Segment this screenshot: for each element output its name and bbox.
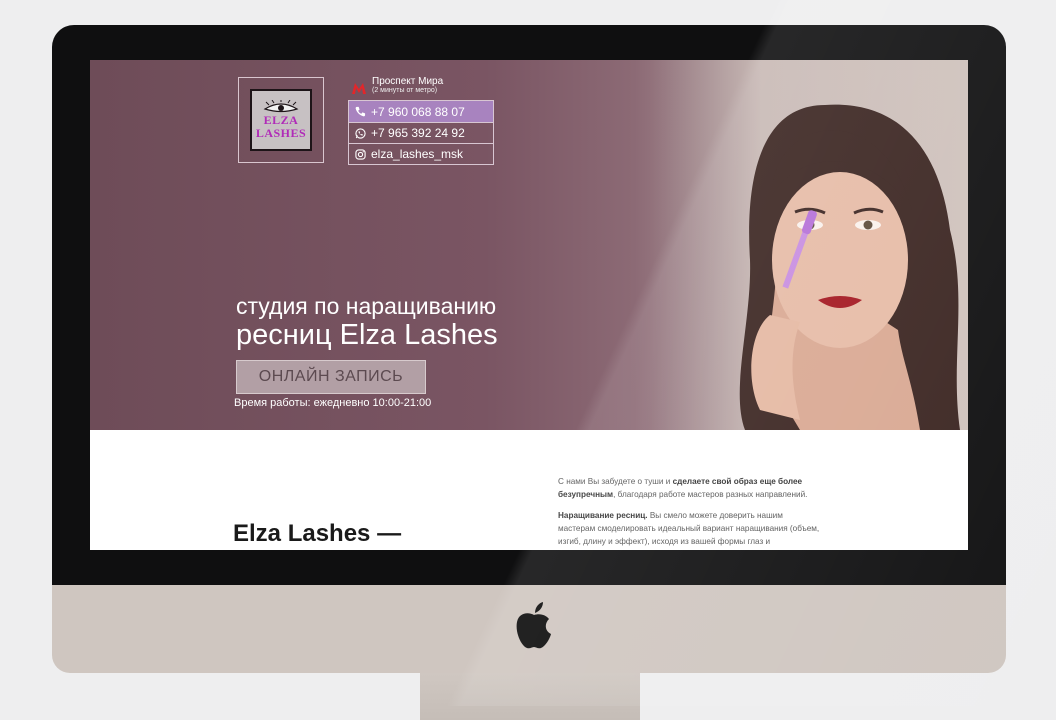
instagram-icon: [355, 148, 366, 160]
metro-icon: [352, 83, 366, 94]
contact-phone-1[interactable]: +7 960 068 88 07: [349, 101, 493, 122]
about-paragraph-1: С нами Вы забудете о туши и сделаете сво…: [558, 475, 820, 501]
apple-logo-icon: [516, 602, 551, 649]
logo-text-line2: LASHES: [255, 126, 307, 140]
phone-icon: [355, 106, 366, 117]
brand-logo[interactable]: ELZA LASHES: [238, 77, 324, 163]
metro-distance-note: (2 минуты от метро): [372, 87, 438, 94]
hero-headline-line1: студия по наращиванию: [236, 293, 497, 319]
about-paragraph-2: Наращивание ресниц. Вы смело можете дове…: [558, 509, 820, 548]
about-p1-c: , благодаря работе мастеров разных напра…: [613, 490, 808, 499]
contact-instagram-text: elza_lashes_msk: [371, 147, 464, 161]
hero-headline: студия по наращиванию ресниц Elza Lashes: [236, 293, 498, 351]
eye-icon: [263, 100, 299, 113]
contact-phone-1-text: +7 960 068 88 07: [371, 104, 465, 119]
logo-emblem: ELZA LASHES: [250, 89, 312, 151]
online-booking-button[interactable]: ОНЛАЙН ЗАПИСЬ: [236, 360, 426, 394]
contact-phone-2-text: +7 965 392 24 92: [371, 126, 465, 140]
model-photo: [650, 60, 968, 430]
working-hours: Время работы: ежедневно 10:00-21:00: [234, 397, 432, 409]
contact-instagram[interactable]: elza_lashes_msk: [349, 143, 493, 164]
contacts-list: +7 960 068 88 07 +7 965 392 24 92 elza_l…: [348, 100, 494, 165]
about-heading: Elza Lashes —: [233, 520, 402, 547]
metro-station-name: Проспект Мира: [372, 76, 444, 87]
about-p2-bold: Наращивание ресниц.: [558, 511, 648, 520]
about-text: С нами Вы забудете о туши и сделаете сво…: [558, 475, 820, 550]
hero-section: ELZA LASHES Проспект Мира (2 минуты от м…: [90, 60, 968, 430]
whatsapp-icon: [355, 127, 366, 139]
metro-station: Проспект Мира (2 минуты от метро): [352, 76, 443, 95]
website-screen: ELZA LASHES Проспект Мира (2 минуты от м…: [90, 60, 968, 550]
hero-headline-line2: ресниц Elza Lashes: [236, 319, 498, 351]
contact-phone-2[interactable]: +7 965 392 24 92: [349, 122, 493, 143]
about-p1-a: С нами Вы забудете о туши и: [558, 477, 673, 486]
